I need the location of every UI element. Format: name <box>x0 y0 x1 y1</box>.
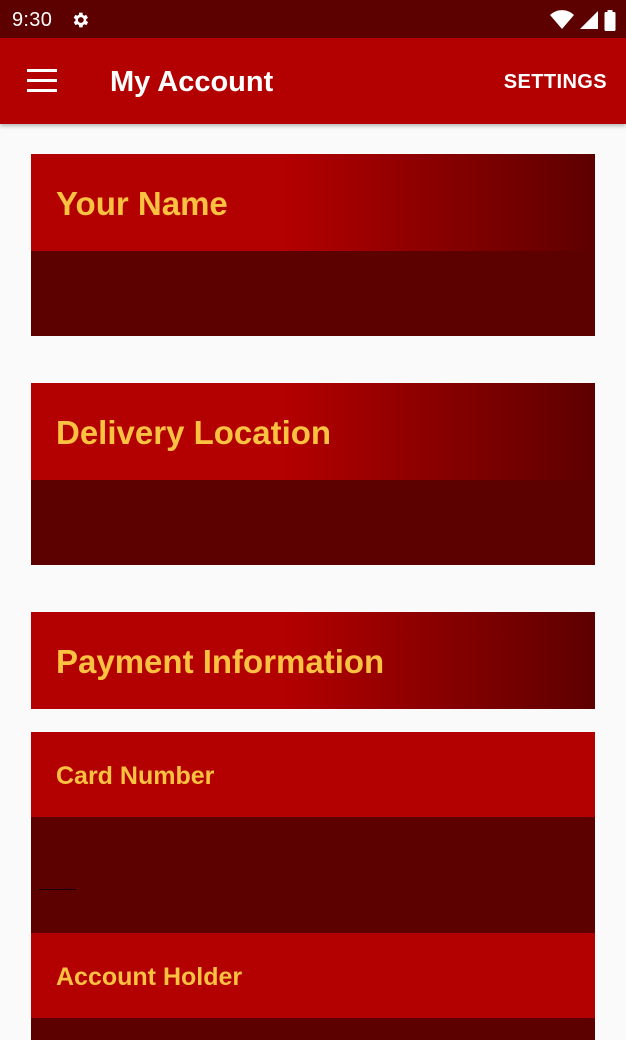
delivery-card: Delivery Location <box>31 383 595 565</box>
status-bar: 9:30 <box>0 0 626 38</box>
name-card-header: Your Name <box>31 154 595 251</box>
status-icons <box>550 9 616 31</box>
wifi-icon <box>550 10 574 29</box>
hamburger-menu-icon[interactable] <box>27 69 57 93</box>
card-number-label: Card Number <box>56 762 215 790</box>
account-holder-field[interactable] <box>31 1018 595 1040</box>
payment-card: Payment Information <box>31 612 595 709</box>
battery-icon <box>604 9 616 31</box>
delivery-card-title: Delivery Location <box>56 414 332 451</box>
delivery-card-header: Delivery Location <box>31 383 595 480</box>
name-card: Your Name <box>31 154 595 336</box>
account-holder-header: Account Holder <box>31 933 595 1018</box>
app-bar: My Account SETTINGS <box>0 38 626 124</box>
status-time: 9:30 <box>12 9 53 31</box>
delivery-value-field[interactable] <box>31 480 595 565</box>
payment-card-title: Payment Information <box>56 643 385 680</box>
gear-icon <box>73 12 89 28</box>
input-underline <box>39 889 76 890</box>
name-card-title: Your Name <box>56 185 228 222</box>
page-title: My Account <box>110 66 274 98</box>
payment-card-header: Payment Information <box>31 612 595 709</box>
account-holder-label: Account Holder <box>56 963 243 991</box>
signal-icon <box>580 11 598 29</box>
card-number-field[interactable] <box>31 817 595 933</box>
card-number-header: Card Number <box>31 732 595 817</box>
name-value-field[interactable] <box>31 251 595 336</box>
settings-button[interactable]: SETTINGS <box>504 70 607 94</box>
